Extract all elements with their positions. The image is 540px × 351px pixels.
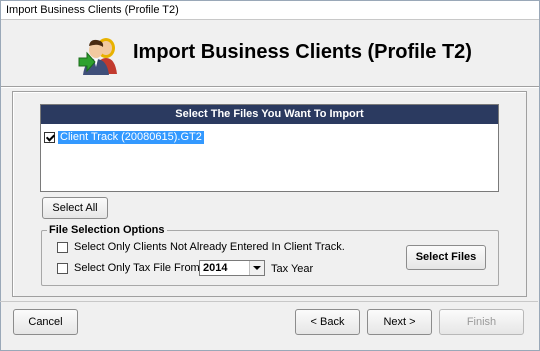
window-title: Import Business Clients (Profile T2)	[6, 4, 179, 16]
cancel-button[interactable]: Cancel	[13, 309, 78, 335]
select-files-button[interactable]: Select Files	[406, 245, 486, 270]
back-button[interactable]: < Back	[295, 309, 360, 335]
footer-divider	[0, 301, 538, 302]
people-import-icon	[78, 38, 117, 75]
header-title: Import Business Clients (Profile T2)	[133, 41, 472, 63]
file-item-label[interactable]: Client Track (20080615).GT2	[58, 130, 204, 144]
header-divider	[1, 86, 539, 88]
tax-file-checkbox[interactable]	[57, 262, 68, 274]
select-all-button[interactable]: Select All	[42, 197, 108, 219]
tax-year-suffix: Tax Year	[271, 263, 314, 275]
tax-year-select[interactable]: 2014	[199, 260, 265, 276]
not-entered-label: Select Only Clients Not Already Entered …	[74, 241, 345, 253]
option-not-entered[interactable]: Select Only Clients Not Already Entered …	[57, 241, 345, 253]
not-entered-checkbox[interactable]	[57, 241, 68, 253]
title-bar: Import Business Clients (Profile T2)	[1, 1, 539, 20]
file-list-header: Select The Files You Want To Import	[41, 105, 498, 124]
option-tax-file[interactable]: Select Only Tax File From The	[57, 262, 222, 274]
next-button[interactable]: Next >	[367, 309, 432, 335]
finish-button[interactable]: Finish	[439, 309, 524, 335]
tax-year-value: 2014	[203, 262, 228, 274]
chevron-down-icon[interactable]	[249, 261, 264, 275]
file-list-item[interactable]: Client Track (20080615).GT2	[44, 130, 204, 144]
wizard-header: Import Business Clients (Profile T2)	[1, 20, 539, 86]
file-item-checkbox[interactable]	[44, 131, 55, 143]
file-list[interactable]: Select The Files You Want To Import Clie…	[40, 104, 499, 192]
file-selection-options-legend: File Selection Options	[47, 224, 167, 236]
